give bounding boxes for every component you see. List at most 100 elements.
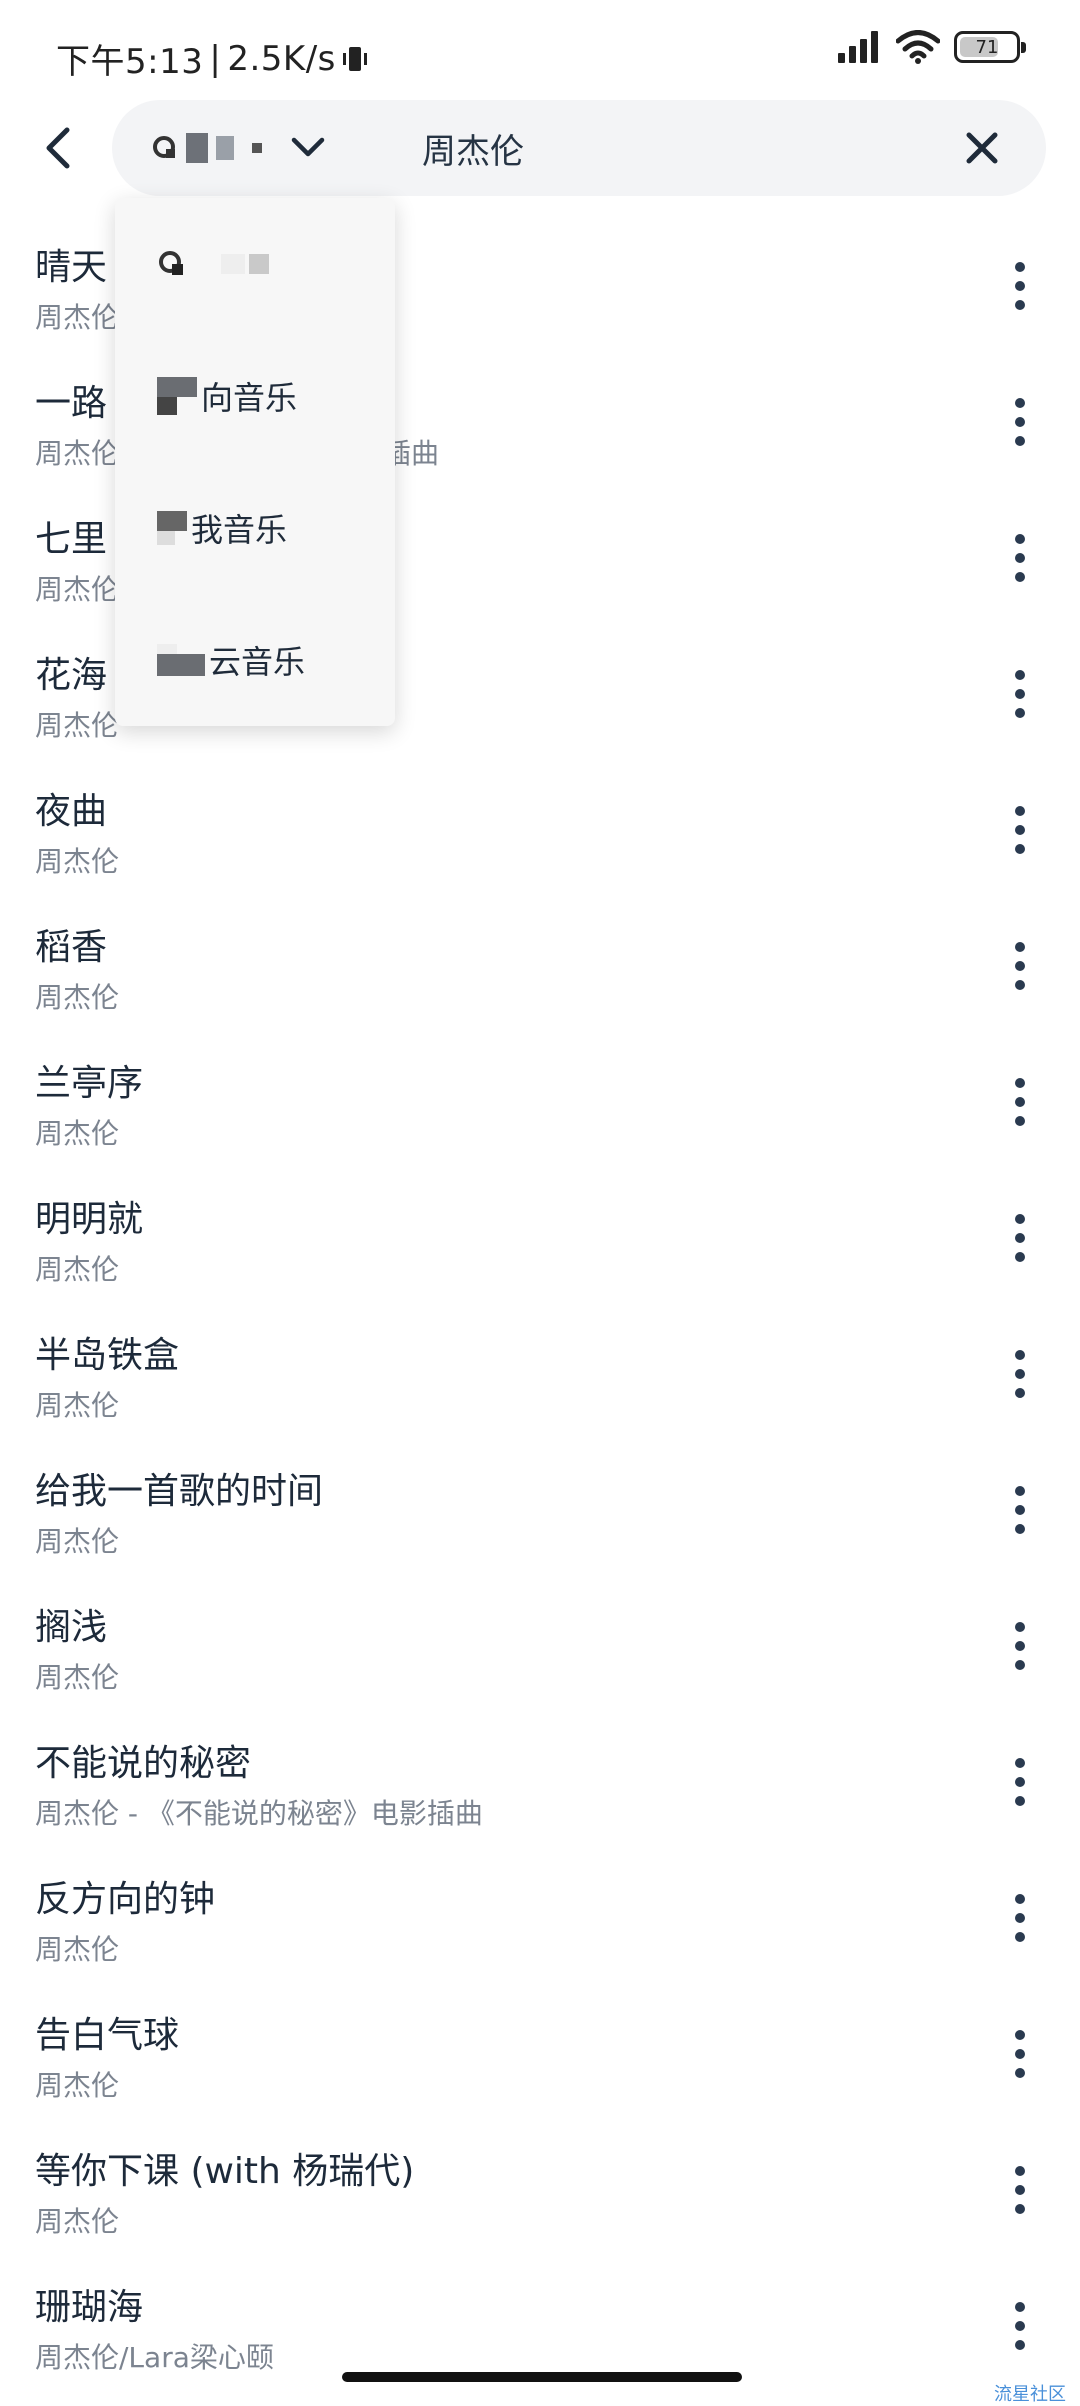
back-chevron-icon — [46, 127, 70, 169]
song-row[interactable]: 等你下课 (with 杨瑞代) 周杰伦 — [0, 2120, 1080, 2256]
more-dot — [1015, 398, 1025, 408]
back-button[interactable] — [28, 118, 88, 178]
more-dot — [1015, 2166, 1025, 2176]
q-logo-icon — [159, 251, 183, 275]
more-vertical-icon[interactable] — [1000, 1886, 1040, 1950]
more-dot — [1015, 1505, 1025, 1515]
more-dot — [1015, 417, 1025, 427]
network-speed: 2.5K/s — [227, 38, 336, 79]
song-row[interactable]: 稻香 周杰伦 — [0, 896, 1080, 1032]
more-vertical-icon[interactable] — [1000, 526, 1040, 590]
more-vertical-icon[interactable] — [1000, 1750, 1040, 1814]
song-artist: 周杰伦 — [35, 845, 120, 878]
more-vertical-icon[interactable] — [1000, 2294, 1040, 2358]
song-artist: 周杰伦 — [35, 1933, 120, 1966]
source-option-2[interactable]: 向音乐 — [115, 330, 395, 462]
song-row[interactable]: 反方向的钟 周杰伦 — [0, 1848, 1080, 1984]
search-query[interactable]: 周杰伦 — [422, 124, 524, 173]
wifi-icon — [896, 30, 940, 64]
source-option-2-label: 向音乐 — [201, 379, 298, 417]
song-title: 七里 — [35, 519, 108, 560]
more-dot — [1015, 1622, 1025, 1632]
more-dot — [1015, 2340, 1025, 2350]
battery-level: 71 — [975, 36, 999, 58]
song-artist: 周杰伦 — [35, 1117, 120, 1150]
more-dot — [1015, 980, 1025, 990]
more-vertical-icon[interactable] — [1000, 934, 1040, 998]
source-logo-2 — [157, 377, 197, 415]
song-artist: 周杰伦 — [35, 2205, 120, 2238]
more-dot — [1015, 1932, 1025, 1942]
song-row[interactable]: 夜曲 周杰伦 — [0, 760, 1080, 896]
source-logo-4 — [157, 644, 205, 676]
song-title: 晴天 — [35, 247, 108, 288]
song-row[interactable]: 不能说的秘密 周杰伦 - 《不能说的秘密》电影插曲 — [0, 1712, 1080, 1848]
more-dot — [1015, 534, 1025, 544]
more-vertical-icon[interactable] — [1000, 1614, 1040, 1678]
source-option-4-label: 云音乐 — [209, 643, 306, 681]
song-artist: 周杰伦 — [35, 301, 120, 334]
source-option-1[interactable] — [115, 198, 395, 330]
close-icon — [966, 132, 998, 164]
more-dot — [1015, 2049, 1025, 2059]
more-vertical-icon[interactable] — [1000, 798, 1040, 862]
more-dot — [1015, 1116, 1025, 1126]
song-title: 等你下课 (with 杨瑞代) — [35, 2151, 415, 2192]
more-vertical-icon[interactable] — [1000, 1342, 1040, 1406]
song-artist: 周杰伦 — [35, 1389, 120, 1422]
more-dot — [1015, 2204, 1025, 2214]
song-title: 明明就 — [35, 1199, 144, 1240]
song-artist: 周杰伦 - 《不能说的秘密》电影插曲 — [35, 1797, 483, 1830]
more-dot — [1015, 1097, 1025, 1107]
source-option-3[interactable]: 我音乐 — [115, 462, 395, 594]
status-time: 下午5:13 — [56, 42, 204, 82]
more-dot — [1015, 1078, 1025, 1088]
more-vertical-icon[interactable] — [1000, 2022, 1040, 2086]
more-dot — [1015, 262, 1025, 272]
watermark: 流星社区 — [994, 2384, 1066, 2405]
more-vertical-icon[interactable] — [1000, 390, 1040, 454]
battery-icon: 71 — [954, 31, 1026, 63]
song-artist: 周杰伦 — [35, 1253, 120, 1286]
source-dropdown: 向音乐 我音乐 云音乐 — [115, 198, 395, 726]
status-bar: 下午5:13 | 2.5K/s 71 — [0, 0, 1080, 100]
source-option-4[interactable]: 云音乐 — [115, 594, 395, 726]
song-artist: 周杰伦 — [35, 1525, 120, 1558]
source-logo-1 — [157, 249, 269, 279]
more-vertical-icon[interactable] — [1000, 1206, 1040, 1270]
more-dot — [1015, 2030, 1025, 2040]
more-dot — [1015, 1214, 1025, 1224]
more-dot — [1015, 2321, 1025, 2331]
song-artist: 周杰伦 — [35, 709, 120, 742]
more-vertical-icon[interactable] — [1000, 1070, 1040, 1134]
source-logo-3 — [157, 511, 187, 545]
song-title: 反方向的钟 — [35, 1879, 216, 1920]
search-box[interactable]: 周杰伦 — [112, 100, 1046, 196]
song-title: 花海 — [35, 655, 108, 696]
home-indicator[interactable] — [342, 2372, 742, 2382]
song-row[interactable]: 搁浅 周杰伦 — [0, 1576, 1080, 1712]
clear-button[interactable] — [954, 120, 1010, 176]
more-vertical-icon[interactable] — [1000, 254, 1040, 318]
song-row[interactable]: 兰亭序 周杰伦 — [0, 1032, 1080, 1168]
song-artist: 周杰伦 — [35, 981, 120, 1014]
signal-icon — [838, 31, 878, 63]
more-dot — [1015, 806, 1025, 816]
song-row[interactable]: 告白气球 周杰伦 — [0, 1984, 1080, 2120]
more-vertical-icon[interactable] — [1000, 2158, 1040, 2222]
more-dot — [1015, 300, 1025, 310]
song-title: 给我一首歌的时间 — [35, 1471, 324, 1512]
song-row[interactable]: 明明就 周杰伦 — [0, 1168, 1080, 1304]
song-title: 兰亭序 — [35, 1063, 144, 1104]
more-vertical-icon[interactable] — [1000, 662, 1040, 726]
more-dot — [1015, 1758, 1025, 1768]
source-selector[interactable] — [152, 118, 326, 178]
more-vertical-icon[interactable] — [1000, 1478, 1040, 1542]
more-dot — [1015, 1894, 1025, 1904]
more-dot — [1015, 572, 1025, 582]
song-row[interactable]: 给我一首歌的时间周杰伦 — [0, 1440, 1080, 1576]
more-dot — [1015, 1388, 1025, 1398]
more-dot — [1015, 281, 1025, 291]
song-title: 夜曲 — [35, 791, 108, 832]
song-row[interactable]: 半岛铁盒 周杰伦 — [0, 1304, 1080, 1440]
